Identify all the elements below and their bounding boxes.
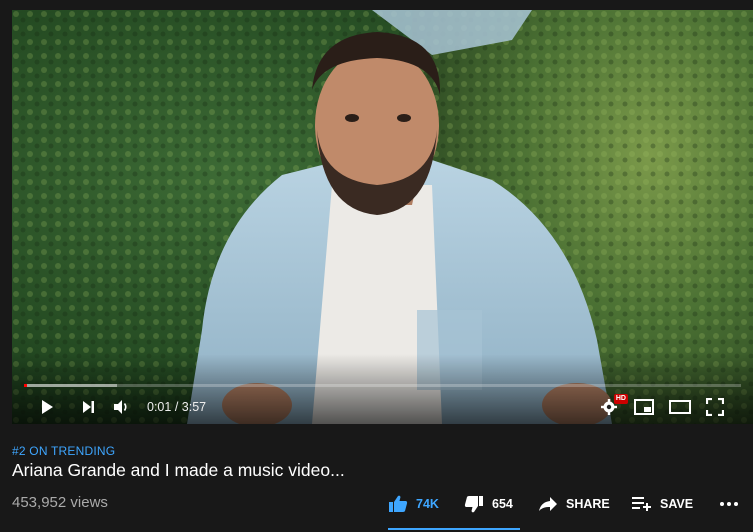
- volume-button[interactable]: [104, 390, 138, 424]
- more-actions-button[interactable]: [715, 492, 743, 516]
- fullscreen-icon: [706, 398, 724, 416]
- theater-mode-button[interactable]: [663, 390, 697, 424]
- share-label: SHARE: [566, 497, 610, 511]
- progress-bar[interactable]: [24, 384, 741, 387]
- current-time: 0:01: [147, 400, 172, 414]
- theater-mode-icon: [669, 400, 691, 414]
- player-controls: 0:01 / 3:57 HD: [12, 390, 753, 424]
- video-player[interactable]: 0:01 / 3:57 HD: [12, 10, 753, 424]
- next-button[interactable]: [71, 390, 105, 424]
- miniplayer-button[interactable]: [627, 390, 661, 424]
- save-label: SAVE: [660, 497, 694, 511]
- settings-button[interactable]: HD: [592, 390, 628, 424]
- like-count: 74K: [416, 497, 439, 511]
- dislike-count: 654: [492, 497, 513, 511]
- like-button[interactable]: 74K: [388, 492, 439, 516]
- share-button[interactable]: SHARE: [538, 492, 610, 516]
- save-button[interactable]: SAVE: [632, 492, 693, 516]
- volume-icon: [114, 400, 127, 414]
- next-icon: [83, 401, 94, 413]
- miniplayer-icon: [634, 399, 654, 415]
- time-separator: /: [171, 400, 182, 414]
- view-count: 453,952 views: [12, 494, 108, 511]
- play-icon: [42, 400, 53, 414]
- video-title: Ariana Grande and I made a music video..…: [12, 460, 345, 480]
- more-horizontal-icon: [720, 502, 738, 506]
- thumbs-down-icon: [464, 496, 483, 513]
- progress-played: [24, 384, 27, 387]
- like-ratio-underline: [388, 528, 520, 530]
- fullscreen-button[interactable]: [698, 390, 732, 424]
- progress-buffered: [24, 384, 118, 387]
- share-icon: [539, 497, 557, 511]
- duration: 3:57: [181, 400, 207, 414]
- add-to-playlist-icon: [632, 497, 651, 511]
- thumbs-up-icon: [389, 495, 408, 512]
- time-display: 0:01 / 3:57: [147, 390, 206, 424]
- dislike-button[interactable]: 654: [464, 492, 513, 516]
- trending-tag[interactable]: #2 ON TRENDING: [12, 444, 115, 458]
- play-button[interactable]: [30, 390, 64, 424]
- hd-badge: HD: [613, 394, 628, 404]
